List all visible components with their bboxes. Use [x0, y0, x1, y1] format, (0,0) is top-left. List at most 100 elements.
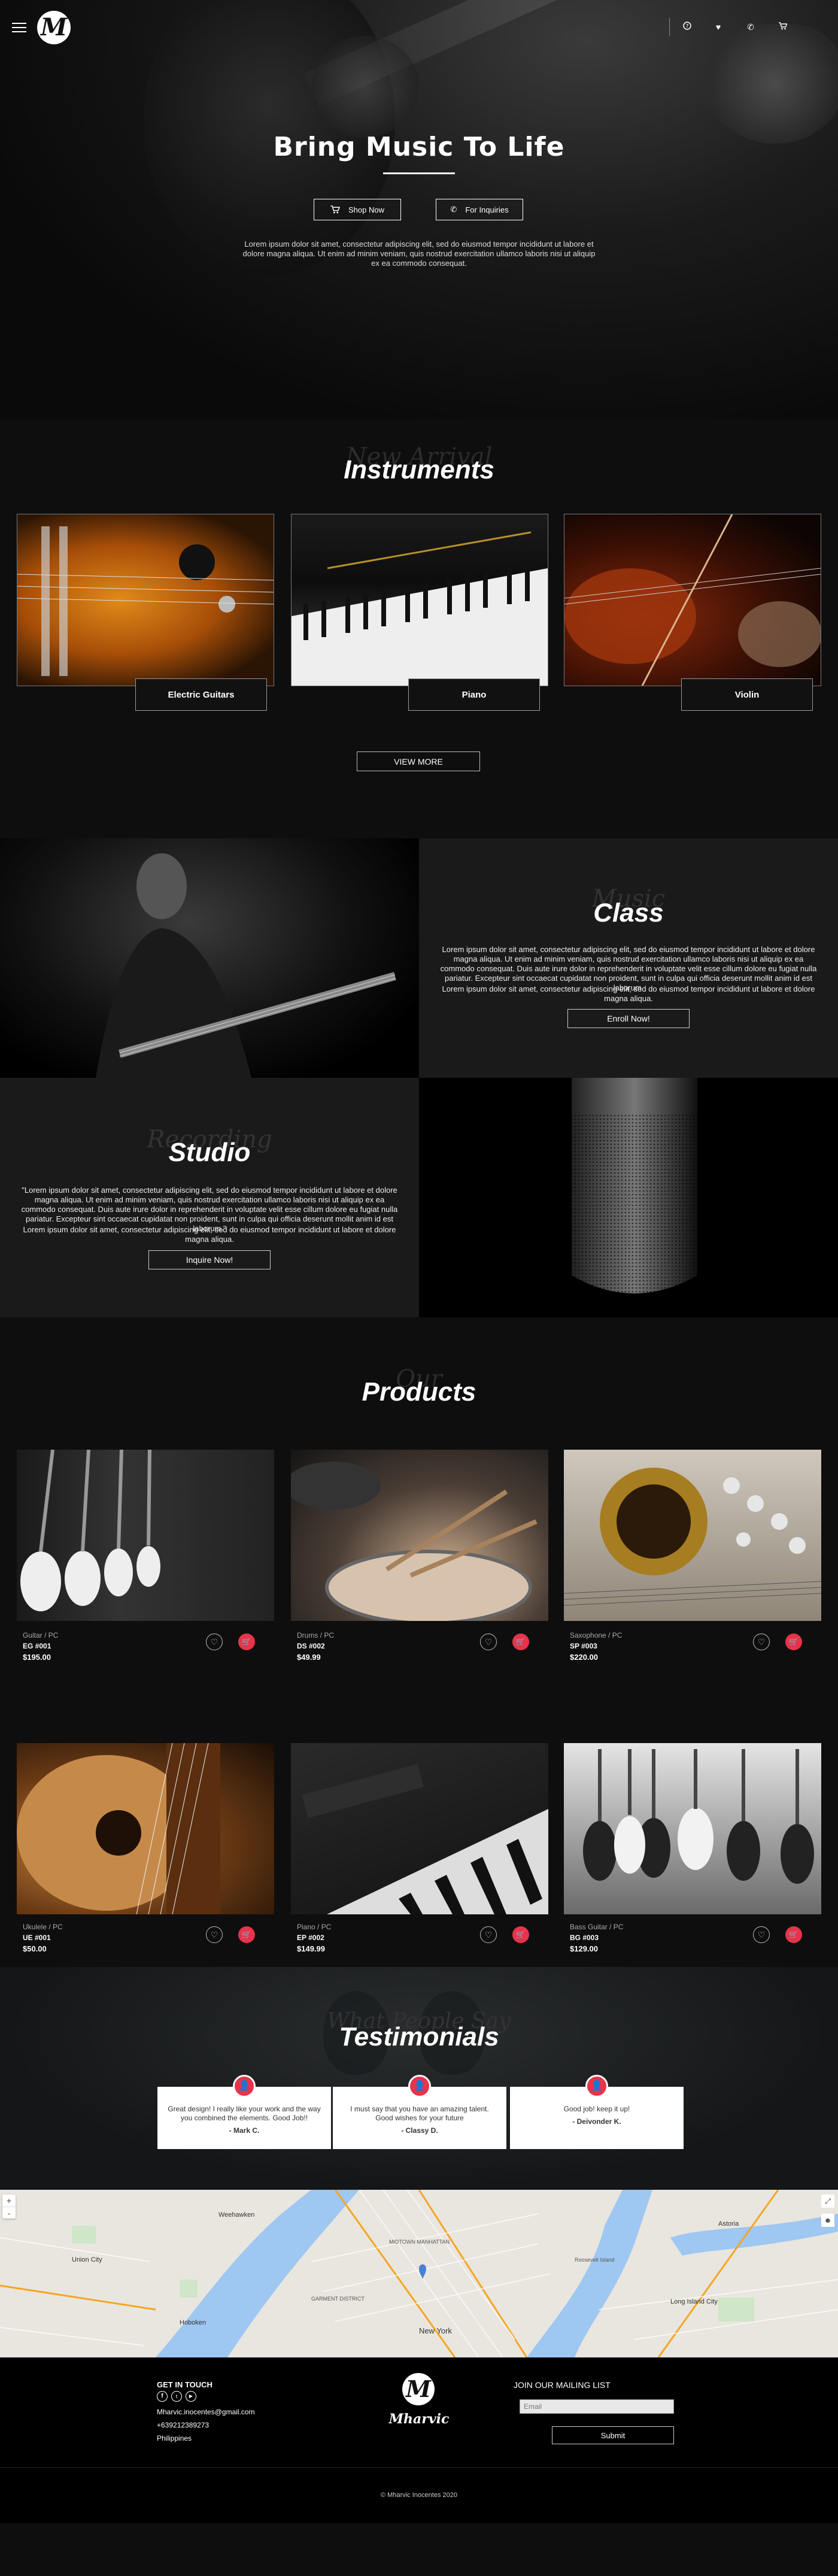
logo[interactable]: M [37, 11, 71, 44]
menu-icon[interactable] [12, 23, 26, 32]
add-to-cart-icon[interactable]: 🛒 [785, 1926, 802, 1943]
violin-label[interactable]: Violin [681, 678, 813, 711]
product-price: $195.00 [23, 1653, 51, 1662]
testimonial-author: - Deivonder K. [572, 2117, 621, 2126]
shop-now-button[interactable]: Shop Now [314, 199, 401, 220]
heart-icon[interactable]: ♥ [711, 20, 725, 34]
testimonials-section: What People Say Testimonials Great desig… [0, 1967, 838, 2190]
testimonial-author: - Classy D. [401, 2126, 438, 2135]
add-to-cart-icon[interactable]: 🛒 [238, 1634, 255, 1650]
footer-brand: Mharvic [388, 2411, 450, 2427]
street-view-icon[interactable]: ☻ [821, 2214, 834, 2227]
add-to-cart-icon[interactable]: 🛒 [785, 1634, 802, 1650]
map-canvas[interactable]: Weehawken Hoboken MIDTOWN MANHATTAN GARM… [0, 2190, 838, 2357]
product-code: EG #001 [23, 1642, 51, 1650]
cart-icon [330, 205, 340, 214]
microphone-image [419, 1078, 838, 1317]
header-divider [669, 18, 670, 36]
class-studio-section: Music Class Lorem ipsum dolor sit amet, … [0, 838, 838, 1317]
map-label: New York [419, 2326, 452, 2335]
add-to-cart-icon[interactable]: 🛒 [512, 1926, 529, 1943]
mailing-email-input[interactable] [520, 2399, 674, 2414]
inquire-now-button[interactable]: Inquire Now! [148, 1250, 271, 1269]
product-price: $220.00 [570, 1653, 598, 1662]
wishlist-heart-icon[interactable]: ♡ [480, 1634, 497, 1650]
contact-email[interactable]: Mharvic.inocentes@gmail.com [157, 2408, 255, 2416]
violin-image[interactable] [564, 514, 822, 686]
social-links: f t ▶ [157, 2391, 196, 2402]
testimonial-quote: Good job! keep it up! [563, 2105, 630, 2113]
product-category: Saxophone / PC [570, 1631, 623, 1639]
zoom-in-button[interactable]: + [2, 2195, 16, 2207]
testimonial-quote: I must say that you have an amazing tale… [350, 2105, 489, 2122]
product-category: Drums / PC [297, 1631, 335, 1639]
product-image-guitars[interactable] [17, 1449, 274, 1621]
product-category: Bass Guitar / PC [570, 1923, 624, 1931]
product-category: Piano / PC [297, 1923, 332, 1931]
zoom-out-button[interactable]: - [2, 2207, 16, 2219]
product-image-ukulele[interactable] [17, 1742, 274, 1915]
footer-logo[interactable]: M [402, 2373, 435, 2405]
wishlist-heart-icon[interactable]: ♡ [480, 1926, 497, 1943]
copyright-text: © Mharvic Inocentes 2020 [381, 2492, 457, 2499]
fullscreen-icon[interactable]: ⤢ [821, 2195, 834, 2208]
class-title: Class [593, 898, 664, 928]
cart-icon[interactable] [776, 20, 790, 34]
testimonials-title: Testimonials [339, 2022, 499, 2051]
facebook-icon[interactable]: f [157, 2391, 168, 2402]
wishlist-heart-icon[interactable]: ♡ [206, 1926, 223, 1943]
map-label: GARMENT DISTRICT [311, 2296, 365, 2302]
product-code: UE #001 [23, 1933, 51, 1942]
testimonial-author: - Mark C. [229, 2126, 260, 2135]
hero-description: Lorem ipsum dolor sit amet, consectetur … [242, 240, 596, 268]
product-code: SP #003 [570, 1642, 597, 1650]
for-inquiries-button[interactable]: ✆ For Inquiries [436, 199, 523, 220]
piano-label[interactable]: Piano [408, 678, 540, 711]
instruments-section: New Arrival Instruments Electric Guitars [0, 419, 838, 838]
phone-icon[interactable]: ✆ [743, 20, 758, 34]
hero-title: Bring Music To Life [273, 132, 565, 162]
view-more-button[interactable]: VIEW MORE [357, 751, 480, 771]
product-image-piano[interactable] [291, 1743, 548, 1914]
product-code: DS #002 [297, 1642, 325, 1650]
wishlist-heart-icon[interactable]: ♡ [753, 1926, 770, 1943]
add-to-cart-icon[interactable]: 🛒 [512, 1634, 529, 1650]
svg-text:?: ? [686, 24, 689, 30]
testimonial-quote: Great design! I really like your work an… [168, 2105, 321, 2122]
product-image-drums[interactable] [285, 1450, 548, 1625]
map-label: Weehawken [218, 2211, 254, 2219]
add-to-cart-icon[interactable]: 🛒 [238, 1926, 255, 1943]
products-section: Our Products Guitar / PC EG #001 $195.00… [0, 1317, 838, 1967]
phone-icon: ✆ [450, 205, 457, 214]
for-inquiries-label: For Inquiries [465, 205, 509, 214]
guitarist-image [0, 838, 419, 1078]
contact-phone[interactable]: +639212389273 [157, 2421, 209, 2429]
footer-section: GET IN TOUCH f t ▶ Mharvic.inocentes@gma… [0, 2357, 838, 2467]
piano-image[interactable] [291, 514, 548, 686]
instruments-title: Instruments [344, 455, 494, 484]
user-avatar-icon: 👤 [408, 2075, 431, 2098]
map-section[interactable]: Weehawken Hoboken MIDTOWN MANHATTAN GARM… [0, 2190, 838, 2357]
user-avatar-icon: 👤 [233, 2075, 256, 2098]
product-image-bass-guitars[interactable] [564, 1743, 821, 1914]
copyright-section: © Mharvic Inocentes 2020 [0, 2467, 838, 2523]
submit-button[interactable]: Submit [552, 2426, 674, 2444]
product-price: $149.99 [297, 1944, 325, 1953]
studio-title: Studio [168, 1138, 251, 1167]
help-icon[interactable]: ? [680, 20, 694, 34]
electric-guitars-label[interactable]: Electric Guitars [135, 678, 267, 711]
enroll-now-button[interactable]: Enroll Now! [567, 1009, 690, 1028]
hero-hand-image [311, 36, 419, 138]
electric-guitar-image[interactable] [17, 514, 274, 686]
product-category: Ukulele / PC [23, 1923, 63, 1931]
mailing-list-heading: JOIN OUR MAILING LIST [514, 2380, 611, 2390]
hero-title-underline [383, 172, 455, 174]
wishlist-heart-icon[interactable]: ♡ [753, 1634, 770, 1650]
product-code: BG #003 [570, 1933, 599, 1942]
wishlist-heart-icon[interactable]: ♡ [206, 1634, 223, 1650]
map-label: Long Island City [670, 2298, 718, 2305]
user-avatar-icon: 👤 [585, 2075, 608, 2098]
youtube-icon[interactable]: ▶ [186, 2391, 196, 2402]
product-image-saxophone[interactable] [563, 1450, 822, 1621]
twitter-icon[interactable]: t [171, 2391, 182, 2402]
